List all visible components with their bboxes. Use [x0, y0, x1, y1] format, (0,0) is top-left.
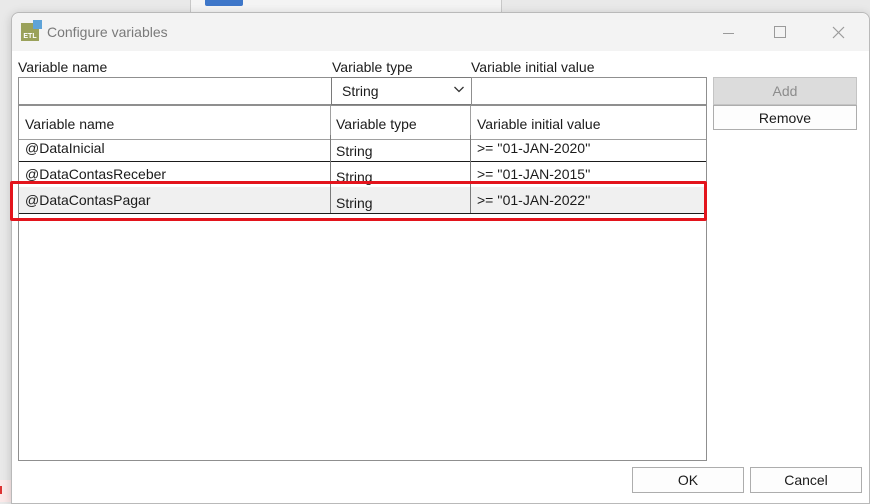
chevron-down-icon	[454, 86, 464, 93]
etl-app-icon: ETL	[21, 20, 42, 41]
ok-button[interactable]: OK	[632, 467, 744, 493]
initial-value-input[interactable]	[471, 77, 707, 105]
row-variable-name: @DataContasPagar	[19, 187, 331, 213]
add-button[interactable]: Add	[713, 77, 857, 105]
variable-type-select[interactable]: String	[331, 77, 472, 105]
row-variable-name: @DataInicial	[19, 135, 331, 161]
configure-variables-dialog: ETL Configure variables Variable name Va…	[10, 12, 870, 504]
row-initial-value: >= ''01-JAN-2022''	[477, 192, 591, 208]
variable-name-label: Variable name	[18, 59, 108, 75]
minimize-icon	[722, 32, 734, 34]
row-variable-type: String	[331, 135, 471, 161]
title-bar[interactable]: ETL Configure variables	[12, 13, 869, 51]
variables-table: Variable name Variable type Variable ini…	[18, 105, 707, 461]
background-tab	[205, 0, 243, 6]
minimize-button[interactable]	[705, 19, 751, 45]
table-row[interactable]: @DataInicial String >= ''01-JAN-2020''	[19, 135, 706, 162]
table-row-selected[interactable]: @DataContasPagar String >= ''01-JAN-2022…	[19, 187, 706, 214]
variable-type-selected: String	[342, 83, 379, 99]
variable-type-label: Variable type	[332, 59, 413, 75]
row-initial-value: >= ''01-JAN-2015''	[477, 166, 591, 182]
table-row[interactable]: @DataContasReceber String >= ''01-JAN-20…	[19, 161, 706, 188]
initial-value-label: Variable initial value	[471, 59, 595, 75]
close-icon	[832, 26, 844, 38]
row-initial-value: >= ''01-JAN-2020''	[477, 140, 591, 156]
background-window	[190, 0, 502, 12]
window-title: Configure variables	[47, 24, 168, 40]
maximize-icon	[774, 26, 786, 38]
row-variable-type: String	[331, 161, 471, 187]
cancel-button[interactable]: Cancel	[750, 467, 862, 493]
maximize-button[interactable]	[757, 19, 803, 45]
close-button[interactable]	[815, 19, 861, 45]
variable-name-input[interactable]	[18, 77, 332, 105]
row-variable-name: @DataContasReceber	[19, 161, 331, 187]
remove-button[interactable]: Remove	[713, 105, 857, 130]
row-variable-type: String	[331, 187, 471, 213]
